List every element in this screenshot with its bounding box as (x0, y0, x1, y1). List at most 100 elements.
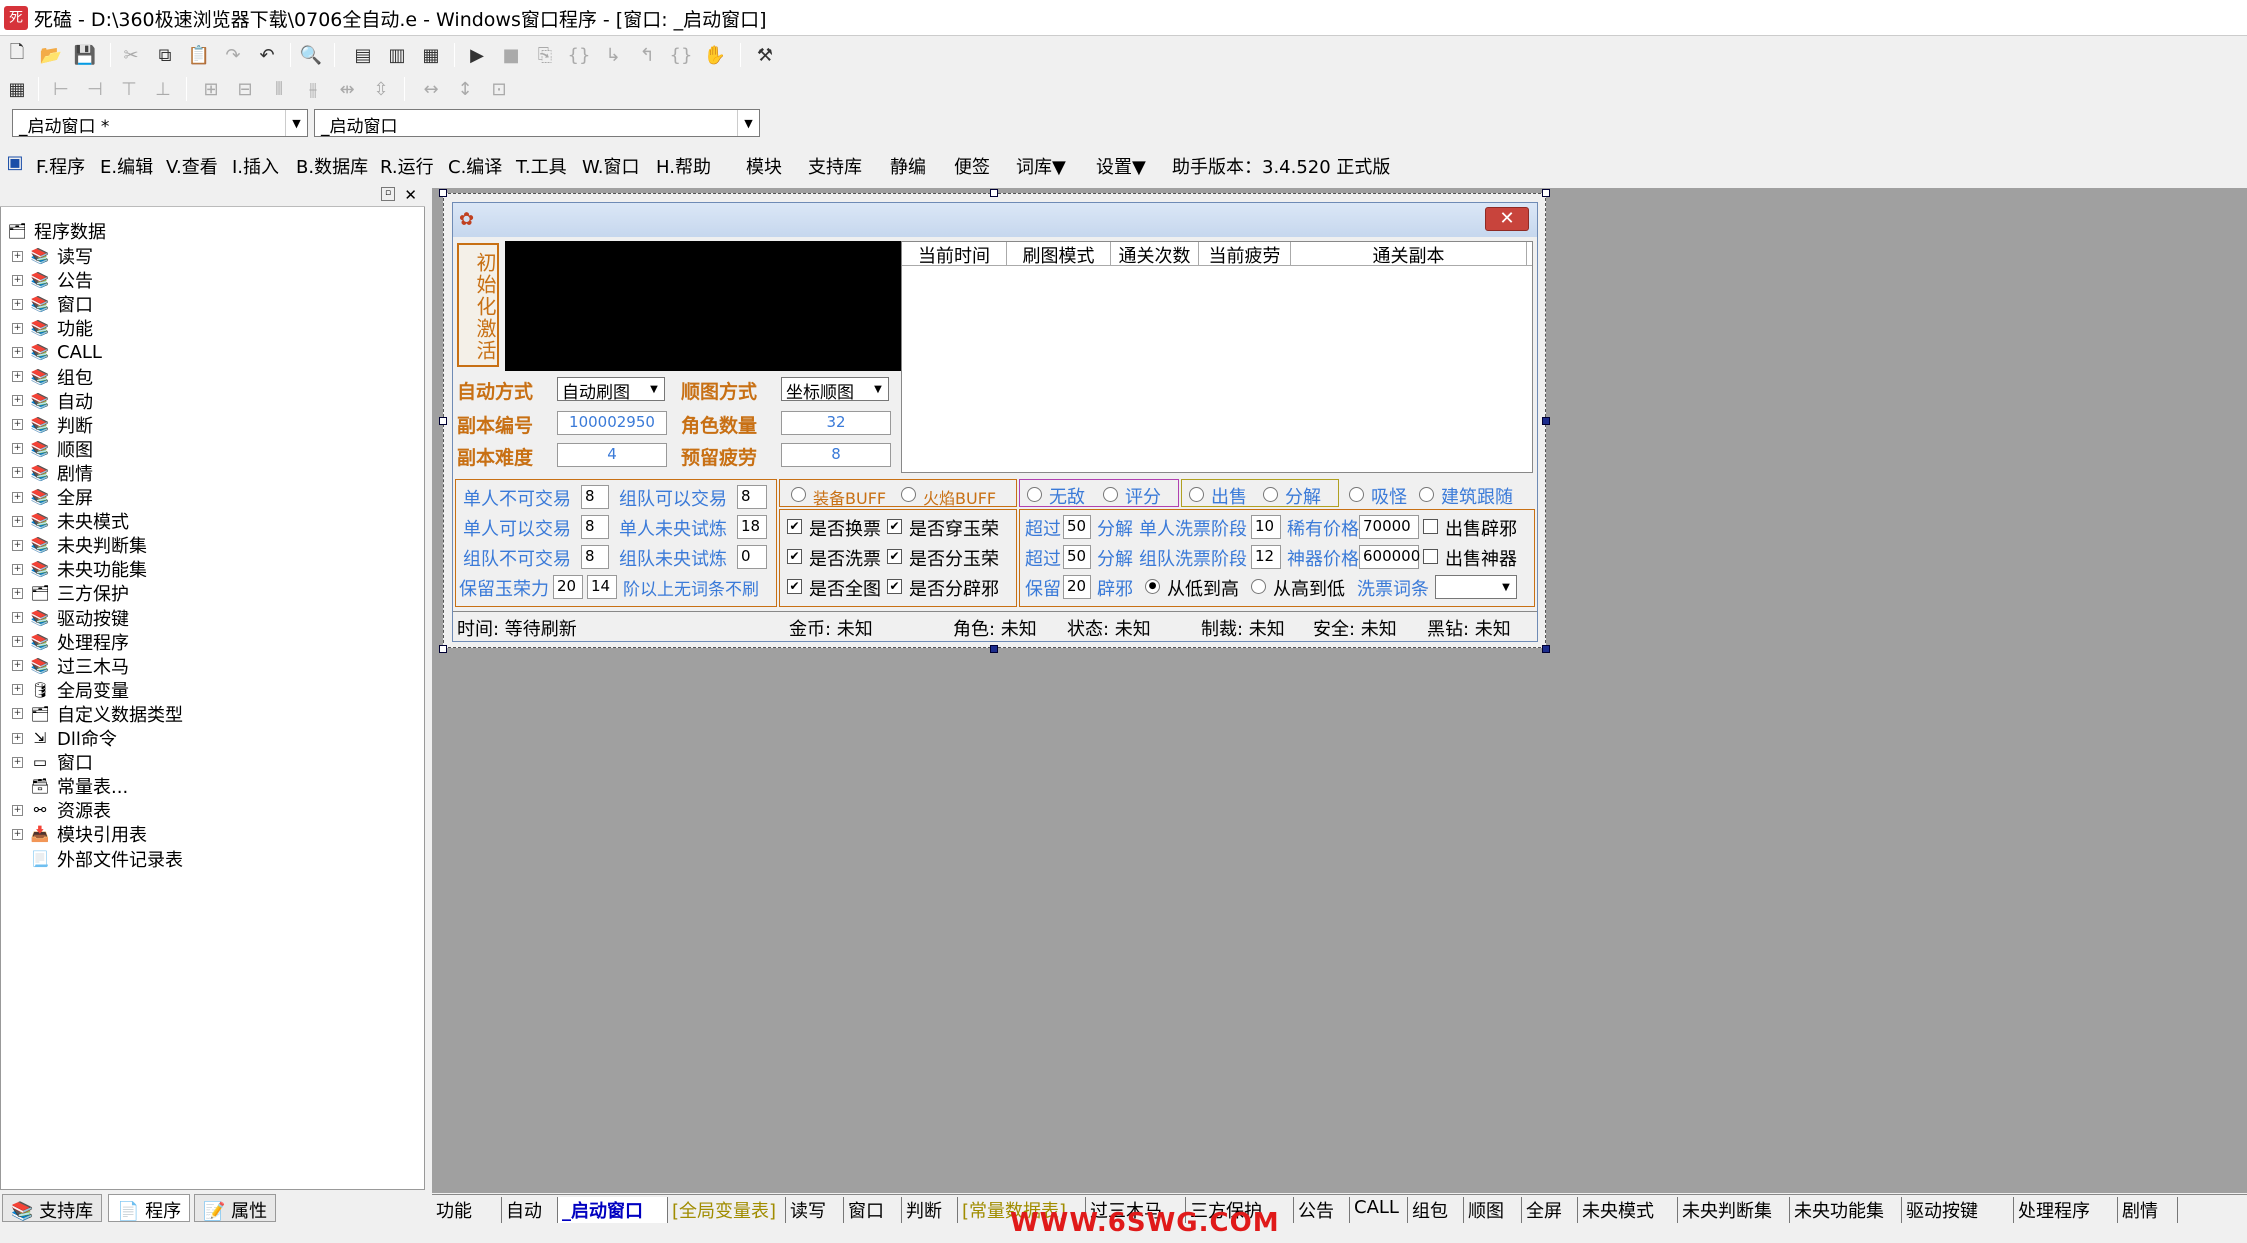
run-log-list[interactable]: 当前时间 刷图模式 通关次数 当前疲劳 通关副本 (901, 241, 1533, 473)
resize-handle[interactable] (1542, 189, 1550, 197)
bottom-tab[interactable]: 自动 (502, 1197, 558, 1223)
tree-item[interactable]: + 📚 驱动按键 (12, 606, 129, 630)
align-left-icon[interactable]: ⊢ (48, 76, 74, 102)
tree-item[interactable]: + 📚 剧情 (12, 461, 93, 485)
expand-icon[interactable]: + (12, 395, 23, 407)
check-wear-jade[interactable]: ✔ (887, 519, 902, 534)
undo-icon[interactable]: ↶ (254, 42, 280, 68)
check-sell-bixie[interactable] (1423, 519, 1438, 534)
bottom-tab[interactable]: 全屏 (1522, 1197, 1578, 1223)
expand-icon[interactable]: + (12, 274, 23, 286)
redo-icon[interactable]: ↷ (220, 42, 246, 68)
align-bottom-icon[interactable]: ⊥ (150, 76, 176, 102)
menu-program[interactable]: F.程序 (36, 153, 85, 179)
step-over-icon[interactable]: ↳ (600, 42, 626, 68)
tree-item[interactable]: + 📚 未央判断集 (12, 533, 147, 557)
save-icon[interactable]: 💾 (72, 42, 98, 68)
bottom-tab[interactable]: 公告 (1294, 1197, 1350, 1223)
menu-module[interactable]: 模块 (746, 153, 782, 179)
expand-icon[interactable]: + (12, 756, 23, 768)
keep-jade-input-1[interactable]: 20 (553, 575, 583, 599)
tree-item[interactable]: + 📚 过三木马 (12, 654, 129, 678)
trade-input[interactable]: 0 (737, 545, 767, 569)
align-top-icon[interactable]: ⊤ (116, 76, 142, 102)
run-icon[interactable]: ▶ (464, 42, 490, 68)
keep-input[interactable]: 20 (1063, 575, 1091, 599)
tree-item[interactable]: + 📚 全屏 (12, 485, 93, 509)
bottom-tab[interactable]: CALL (1350, 1197, 1408, 1223)
bottom-tab[interactable]: 组包 (1408, 1197, 1464, 1223)
expand-icon[interactable]: + (12, 660, 23, 672)
expand-icon[interactable]: + (12, 612, 23, 623)
tree-item[interactable]: + 📚 窗口 (12, 292, 93, 316)
wash-words-select[interactable]: ▼ (1435, 575, 1517, 599)
trade-input[interactable]: 8 (581, 485, 609, 509)
bottom-tab[interactable]: 读写 (786, 1197, 844, 1223)
col-count[interactable]: 通关次数 (1111, 242, 1199, 267)
break-icon[interactable]: {} (668, 42, 694, 68)
trade-input[interactable]: 18 (737, 515, 767, 539)
menu-notes[interactable]: 便签 (954, 153, 990, 179)
cut-icon[interactable]: ✂ (118, 42, 144, 68)
space-v-icon[interactable]: ⇳ (368, 76, 394, 102)
size-icon[interactable]: ⊡ (486, 76, 512, 102)
tree-item[interactable]: + ▭ 窗口 (12, 750, 93, 774)
width-icon[interactable]: ↔ (418, 76, 444, 102)
expand-icon[interactable]: + (12, 804, 23, 816)
radio-invincible[interactable] (1027, 487, 1042, 502)
expand-icon[interactable]: + (12, 298, 23, 310)
trade-input[interactable]: 8 (737, 485, 767, 509)
tree-item[interactable]: + 📚 自动 (12, 389, 93, 413)
col-fatigue[interactable]: 当前疲劳 (1199, 242, 1291, 267)
auto-mode-select[interactable]: 自动刷图 ▼ (557, 377, 665, 403)
tree-item[interactable]: + 🗂 自定义数据类型 (12, 702, 183, 726)
tree-root[interactable]: 🗂 程序数据 (6, 219, 106, 243)
tree-item[interactable]: + 📚 CALL (12, 340, 102, 364)
team-stage-input[interactable]: 12 (1251, 545, 1281, 569)
resize-handle[interactable] (439, 417, 447, 425)
close-button[interactable]: ✕ (1485, 207, 1529, 231)
tab-support-lib[interactable]: 📚 支持库 (2, 1194, 103, 1222)
find-icon[interactable]: 🔍 (298, 42, 324, 68)
role-count-input[interactable]: 32 (781, 411, 891, 435)
calc-icon[interactable]: ▦ (4, 76, 30, 102)
bottom-tab[interactable]: 判断 (902, 1197, 958, 1223)
tree-item[interactable]: + 📚 处理程序 (12, 630, 129, 654)
tree-item[interactable]: + 📚 公告 (12, 268, 93, 292)
paste-icon[interactable]: 📋 (186, 42, 212, 68)
bottom-tab[interactable]: 驱动按键 (1902, 1197, 2014, 1223)
open-folder-icon[interactable]: 📂 (38, 42, 64, 68)
bottom-tab[interactable]: 剧情 (2118, 1197, 2178, 1223)
rare-price-input[interactable]: 70000 (1359, 515, 1419, 539)
tree-item[interactable]: + 🛢 全局变量 (12, 678, 129, 702)
tree-item[interactable]: + 📚 组包 (12, 365, 93, 389)
tree-item[interactable]: + ⇲ Dll命令 (12, 726, 117, 750)
radio-buff-fire[interactable] (901, 487, 916, 502)
difficulty-input[interactable]: 4 (557, 443, 667, 467)
tools-icon[interactable]: ⚒ (752, 42, 778, 68)
expand-icon[interactable]: + (12, 708, 23, 720)
trade-input[interactable]: 8 (581, 545, 609, 569)
restore-icon[interactable]: ▫ (381, 187, 395, 201)
expand-icon[interactable]: + (12, 443, 23, 455)
expand-icon[interactable]: + (12, 419, 23, 431)
expand-icon[interactable]: + (12, 467, 23, 479)
expand-icon[interactable]: + (12, 346, 23, 358)
layout2-icon[interactable]: ▥ (384, 42, 410, 68)
same-width-icon[interactable]: ⫴ (266, 76, 292, 102)
height-icon[interactable]: ↕ (452, 76, 478, 102)
resize-handle[interactable] (990, 189, 998, 197)
tree-item[interactable]: + 📚 功能 (12, 316, 93, 340)
check-sell-artifact[interactable] (1423, 549, 1438, 564)
space-h-icon[interactable]: ⇹ (334, 76, 360, 102)
same-height-icon[interactable]: ⫵ (300, 76, 326, 102)
menu-compile[interactable]: C.编译 (448, 153, 502, 179)
expand-icon[interactable]: + (12, 636, 23, 648)
trade-input[interactable]: 8 (581, 515, 609, 539)
menu-static-compile[interactable]: 静编 (890, 153, 926, 179)
dungeon-no-input[interactable]: 100002950 (557, 411, 667, 435)
radio-decompose[interactable] (1263, 487, 1278, 502)
layout3-icon[interactable]: ▦ (418, 42, 444, 68)
radio-score[interactable] (1103, 487, 1118, 502)
reserve-fatigue-input[interactable]: 8 (781, 443, 891, 467)
